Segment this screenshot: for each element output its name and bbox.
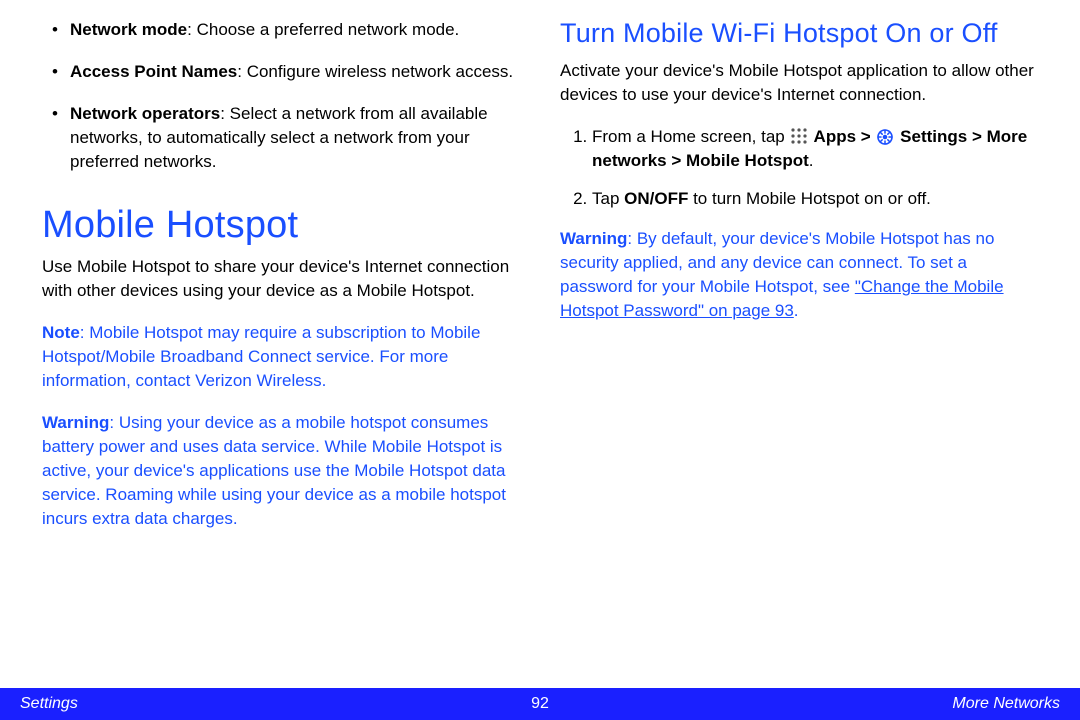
bullet-term: Network operators [70,104,220,123]
footer-page-number: 92 [531,695,549,713]
security-warning: Warning: By default, your device's Mobil… [560,227,1038,323]
hotspot-warning: Warning: Using your device as a mobile h… [42,411,520,531]
hotspot-intro: Use Mobile Hotspot to share your device'… [42,255,520,303]
note-body: : Mobile Hotspot may require a subscript… [42,323,480,390]
steps-list: From a Home screen, tap Apps > Settings … [560,125,1038,211]
left-column: Network mode: Choose a preferred network… [42,18,520,688]
warn-label: Warning [560,229,627,248]
feature-bullets: Network mode: Choose a preferred network… [42,18,520,174]
settings-icon [877,129,893,145]
bullet-access-point-names: Access Point Names: Configure wireless n… [70,60,520,84]
page-footer: Settings 92 More Networks [0,688,1080,720]
two-column-layout: Network mode: Choose a preferred network… [0,0,1080,688]
bullet-desc: : Configure wireless network access. [237,62,513,81]
warning-body: : Using your device as a mobile hotspot … [42,413,506,528]
bullet-term: Access Point Names [70,62,237,81]
step2-post: to turn Mobile Hotspot on or off. [688,189,931,208]
bullet-network-mode: Network mode: Choose a preferred network… [70,18,520,42]
step2-bold: ON/OFF [624,189,688,208]
step-1: From a Home screen, tap Apps > Settings … [592,125,1038,173]
step1-pre: From a Home screen, tap [592,127,789,146]
turn-on-intro: Activate your device's Mobile Hotspot ap… [560,59,1038,107]
hotspot-note: Note: Mobile Hotspot may require a subsc… [42,321,520,393]
bullet-network-operators: Network operators: Select a network from… [70,102,520,174]
step2-pre: Tap [592,189,624,208]
subsection-title-turn-on-off: Turn Mobile Wi-Fi Hotspot On or Off [560,18,1038,49]
step-2: Tap ON/OFF to turn Mobile Hotspot on or … [592,187,1038,211]
right-column: Turn Mobile Wi-Fi Hotspot On or Off Acti… [560,18,1038,688]
footer-right: More Networks [952,695,1060,713]
warning-label: Warning [42,413,109,432]
apps-icon [791,128,807,144]
bullet-desc: : Choose a preferred network mode. [187,20,459,39]
footer-left: Settings [20,695,78,713]
note-label: Note [42,323,80,342]
warn-body-b: . [794,301,799,320]
bullet-term: Network mode [70,20,187,39]
section-title-mobile-hotspot: Mobile Hotspot [42,204,520,247]
step1-dot: . [809,151,814,170]
step1-apps-label: Apps > [809,127,875,146]
manual-page: Network mode: Choose a preferred network… [0,0,1080,720]
